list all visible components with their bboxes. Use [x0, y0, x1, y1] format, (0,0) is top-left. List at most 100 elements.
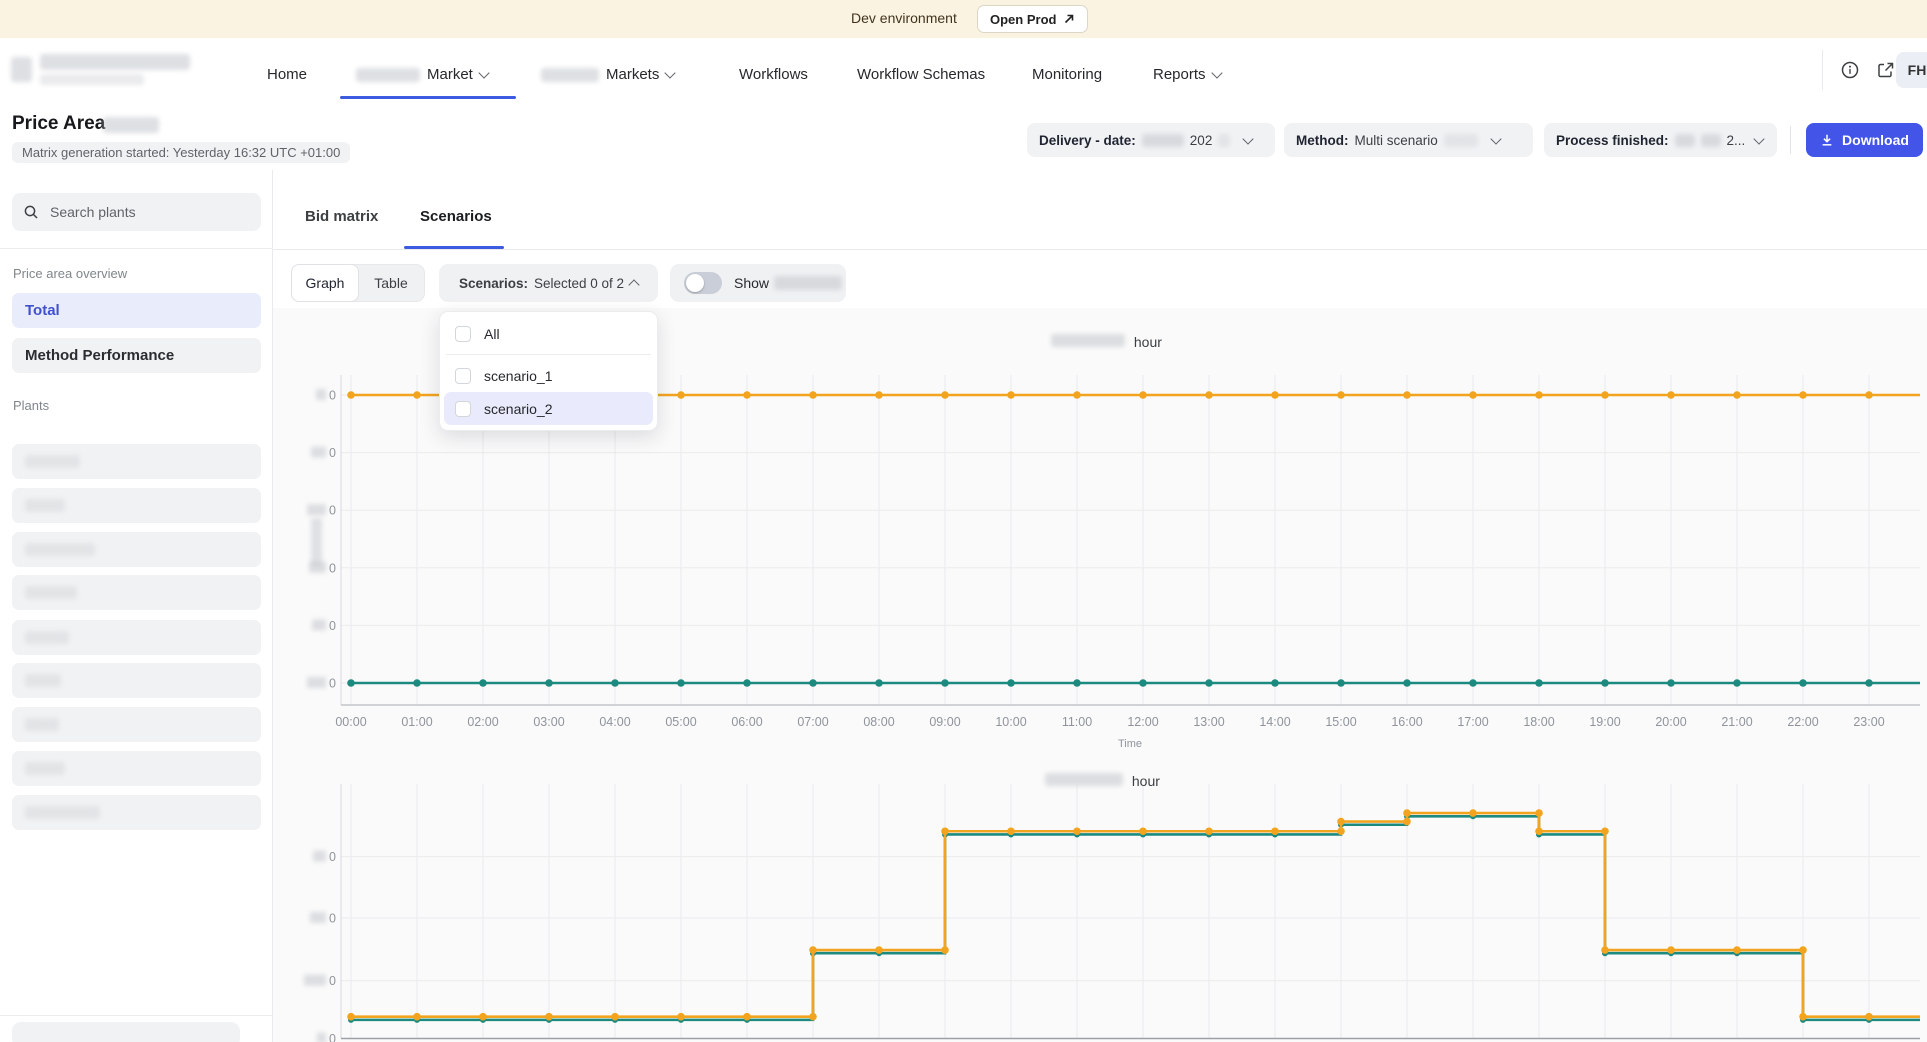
info-icon[interactable] [1840, 60, 1860, 80]
svg-text:03:00: 03:00 [533, 715, 564, 729]
svg-text:0: 0 [329, 677, 336, 691]
redacted-delivery-year-end [1218, 134, 1230, 147]
redacted-process-1 [1675, 134, 1695, 147]
nav-divider [1822, 50, 1823, 90]
plant-list-item[interactable] [12, 488, 261, 523]
view-toggle-table[interactable]: Table [358, 265, 424, 301]
svg-text:07:00: 07:00 [797, 715, 828, 729]
filter-delivery-label: Delivery - date: [1039, 133, 1136, 148]
chevron-down-icon [1211, 67, 1222, 78]
dev-environment-label: Dev environment [851, 10, 957, 26]
avatar-initials: FH [1908, 62, 1927, 78]
chevron-down-icon [665, 67, 676, 78]
redacted-plant-name [25, 543, 95, 556]
show-toggle-switch[interactable] [684, 272, 722, 294]
redacted-plant-name [25, 762, 65, 775]
filter-process-label: Process finished: [1556, 133, 1669, 148]
svg-text:12:00: 12:00 [1127, 715, 1158, 729]
nav-home-label: Home [267, 66, 307, 83]
redacted-logo-subtext [40, 74, 144, 85]
svg-text:23:00: 23:00 [1853, 715, 1884, 729]
nav-item-workflow-schemas[interactable]: Workflow Schemas [857, 66, 985, 83]
svg-text:22:00: 22:00 [1787, 715, 1818, 729]
nav-market-label: Market [427, 66, 473, 83]
dropdown-item-scenario-1[interactable]: scenario_1 [444, 359, 653, 392]
search-icon [23, 204, 39, 220]
plant-list-item[interactable] [12, 575, 261, 610]
dropdown-scenario-1-label: scenario_1 [484, 368, 553, 384]
redacted-process-2 [1701, 134, 1721, 147]
chart2-title: hour [1045, 773, 1160, 789]
sidebar-item-total[interactable]: Total [12, 293, 261, 328]
svg-text:15:00: 15:00 [1325, 715, 1356, 729]
dropdown-scenario-2-label: scenario_2 [484, 401, 553, 417]
redacted-chart1-title-prefix [1051, 334, 1125, 347]
nav-item-monitoring[interactable]: Monitoring [1032, 66, 1102, 83]
search-input[interactable] [48, 203, 232, 221]
tab-scenarios[interactable]: Scenarios [420, 208, 492, 225]
download-button[interactable]: Download [1806, 123, 1923, 157]
scenarios-button-rest: Selected 0 of 2 [534, 276, 624, 291]
svg-text:00:00: 00:00 [335, 715, 366, 729]
svg-text:21:00: 21:00 [1721, 715, 1752, 729]
svg-text:01:00: 01:00 [401, 715, 432, 729]
svg-text:0: 0 [329, 850, 336, 864]
plant-list-item[interactable] [12, 751, 261, 786]
plant-list-item[interactable] [12, 707, 261, 742]
plant-list-item[interactable] [12, 532, 261, 567]
active-tab-underline [404, 246, 504, 249]
sidebar-bottom-pill[interactable] [12, 1022, 240, 1042]
dropdown-item-scenario-2[interactable]: scenario_2 [444, 392, 653, 425]
status-badge-text: Matrix generation started: Yesterday 16:… [22, 145, 340, 160]
dropdown-item-all[interactable]: All [444, 317, 653, 350]
tab-bid-matrix[interactable]: Bid matrix [305, 208, 378, 225]
open-prod-button[interactable]: Open Prod [977, 5, 1088, 33]
nav-item-home[interactable]: Home [267, 66, 307, 83]
nav-item-reports[interactable]: Reports [1153, 66, 1221, 83]
chevron-down-icon [1243, 133, 1254, 144]
checkbox-scenario-1[interactable] [455, 368, 471, 384]
sidebar-divider [0, 248, 273, 249]
svg-text:06:00: 06:00 [731, 715, 762, 729]
user-avatar[interactable]: FH [1896, 52, 1927, 88]
main-content: Bid matrix Scenarios Graph Table Scenari… [273, 170, 1927, 1042]
plant-list-item[interactable] [12, 663, 261, 698]
chart2-title-text: hour [1132, 773, 1160, 789]
svg-text:02:00: 02:00 [467, 715, 498, 729]
checkbox-scenario-2[interactable] [455, 401, 471, 417]
plant-search[interactable] [12, 193, 261, 231]
scenarios-select-button[interactable]: Scenarios: Selected 0 of 2 [439, 264, 658, 302]
svg-text:09:00: 09:00 [929, 715, 960, 729]
redacted-plant-name [25, 455, 80, 468]
nav-item-workflows[interactable]: Workflows [739, 66, 808, 83]
view-toggle-graph[interactable]: Graph [291, 264, 359, 302]
nav-item-market[interactable]: Market [356, 66, 488, 83]
active-nav-underline [340, 96, 516, 99]
redacted-price-area-name [103, 117, 159, 133]
external-link-icon[interactable] [1876, 60, 1896, 80]
svg-text:0: 0 [329, 1032, 336, 1042]
download-icon [1820, 133, 1834, 147]
nav-markets-label: Markets [606, 66, 659, 83]
nav-item-markets[interactable]: Markets [541, 66, 674, 83]
checkbox-all[interactable] [455, 326, 471, 342]
nav-workflows-label: Workflows [739, 66, 808, 83]
overview-section-label: Price area overview [13, 266, 127, 281]
sidebar-item-method-performance[interactable]: Method Performance [12, 338, 261, 373]
filter-delivery-date[interactable]: Delivery - date: 202 [1027, 123, 1275, 157]
plant-list-item[interactable] [12, 620, 261, 655]
redacted-logo-mark [11, 57, 32, 82]
filter-method[interactable]: Method: Multi scenario [1284, 123, 1533, 157]
redacted-markets-prefix [541, 68, 599, 82]
plant-list-item[interactable] [12, 795, 261, 830]
filter-process-finished[interactable]: Process finished: 2... [1544, 123, 1777, 157]
filter-delivery-value: 202 [1190, 133, 1213, 148]
show-toggle-label: Show [734, 275, 842, 291]
download-label: Download [1842, 132, 1909, 148]
view-toggle: Graph Table [291, 264, 425, 302]
dev-environment-banner: Dev environment Open Prod [0, 0, 1927, 38]
table-label: Table [374, 275, 407, 291]
chevron-up-icon [628, 279, 639, 290]
plant-list-item[interactable] [12, 444, 261, 479]
svg-text:0: 0 [329, 389, 336, 403]
